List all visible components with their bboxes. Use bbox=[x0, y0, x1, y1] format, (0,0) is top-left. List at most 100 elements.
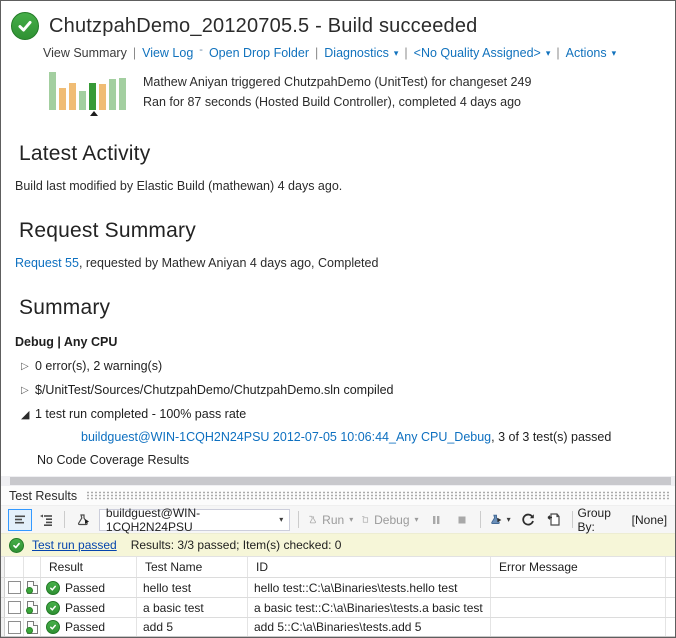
test-result-document-icon bbox=[27, 581, 38, 594]
menu-dash-separator: - bbox=[199, 44, 203, 56]
build-menu: View Summary | View Log - Open Drop Fold… bbox=[43, 46, 675, 60]
menu-open-drop-folder[interactable]: Open Drop Folder bbox=[209, 46, 309, 60]
passed-icon bbox=[46, 581, 60, 595]
test-results-table: Result Test Name ID Error Message Passed… bbox=[1, 556, 675, 637]
build-history-chart[interactable] bbox=[49, 70, 129, 116]
build-history-bar[interactable] bbox=[79, 91, 86, 110]
rerun-tests-button[interactable] bbox=[516, 509, 540, 531]
expander-expanded-icon[interactable]: ◢ bbox=[21, 408, 35, 421]
request-summary-body: Request 55, requested by Mathew Aniyan 4… bbox=[15, 256, 675, 270]
expander-collapsed-icon[interactable]: ▷ bbox=[21, 385, 35, 396]
request-link[interactable]: Request 55 bbox=[15, 256, 79, 270]
flat-list-view-button[interactable] bbox=[8, 509, 32, 531]
error-message-column-header[interactable]: Error Message bbox=[491, 557, 666, 577]
table-row[interactable]: Passed add 5 add 5::C:\a\Binaries\tests.… bbox=[1, 617, 675, 637]
row-checkbox[interactable] bbox=[8, 621, 21, 634]
toolbar-separator bbox=[298, 511, 299, 528]
grouped-list-icon bbox=[38, 512, 54, 528]
group-by-control: Group By: [None] bbox=[578, 506, 670, 534]
debug-button-disabled: Debug ▾ bbox=[358, 509, 421, 531]
table-row[interactable]: Passed hello test hello test::C:\a\Binar… bbox=[1, 577, 675, 597]
export-results-button[interactable] bbox=[542, 509, 566, 531]
summary-item-warnings[interactable]: ▷ 0 error(s), 2 warning(s) bbox=[21, 359, 675, 373]
passed-icon bbox=[46, 601, 60, 615]
build-history-bar[interactable] bbox=[109, 79, 116, 110]
toolbar-separator bbox=[572, 511, 573, 528]
run-button-disabled: Run ▾ bbox=[305, 509, 356, 531]
panel-title-bar[interactable]: Test Results bbox=[1, 486, 675, 505]
current-build-marker bbox=[90, 111, 98, 116]
menu-view-log[interactable]: View Log bbox=[142, 46, 193, 60]
test-result-document-icon bbox=[27, 601, 38, 614]
build-history-bar[interactable] bbox=[59, 88, 66, 110]
build-history-bar[interactable] bbox=[119, 78, 126, 110]
row-checkbox[interactable] bbox=[8, 581, 21, 594]
pause-icon bbox=[430, 514, 442, 526]
latest-activity-body: Build last modified by Elastic Build (ma… bbox=[15, 179, 675, 193]
stop-icon bbox=[456, 514, 468, 526]
result-value: Passed bbox=[65, 620, 105, 634]
run-checked-tests-button[interactable] bbox=[71, 509, 95, 531]
menu-diagnostics[interactable]: Diagnostics bbox=[324, 46, 389, 60]
result-value: Passed bbox=[65, 581, 105, 595]
test-results-panel: Test Results bbox=[1, 476, 675, 637]
test-run-passed-link[interactable]: Test run passed bbox=[32, 538, 117, 552]
build-info-text: Mathew Aniyan triggered ChutzpahDemo (Un… bbox=[143, 70, 531, 116]
chevron-down-icon[interactable]: ▾ bbox=[394, 48, 399, 59]
panel-title-grip bbox=[86, 491, 671, 500]
test-results-toolbar: buildguest@WIN-1CQH2N24PSU ▾ Run ▾ Debug… bbox=[1, 505, 675, 533]
test-run-line: buildguest@WIN-1CQH2N24PSU 2012-07-05 10… bbox=[81, 430, 675, 444]
table-row[interactable]: Passed a basic test a basic test::C:\a\B… bbox=[1, 597, 675, 617]
scrollbar-thumb[interactable] bbox=[10, 477, 671, 485]
horizontal-scrollbar[interactable] bbox=[1, 476, 675, 486]
summary-item-compiled[interactable]: ▷ $/UnitTest/Sources/ChutzpahDemo/Chutzp… bbox=[21, 383, 675, 397]
summary-heading: Summary bbox=[19, 296, 675, 320]
chevron-down-icon[interactable]: ▾ bbox=[612, 48, 617, 59]
test-result-document-icon bbox=[27, 621, 38, 634]
build-summary-content: ChutzpahDemo_20120705.5 - Build succeede… bbox=[1, 1, 675, 476]
export-document-icon bbox=[546, 512, 562, 528]
checkbox-column-header[interactable] bbox=[5, 557, 24, 577]
test-run-link[interactable]: buildguest@WIN-1CQH2N24PSU 2012-07-05 10… bbox=[81, 430, 491, 444]
group-by-dropdown[interactable]: [None] bbox=[632, 513, 667, 527]
menu-view-summary[interactable]: View Summary bbox=[43, 46, 127, 60]
summary-item-label: 0 error(s), 2 warning(s) bbox=[35, 359, 162, 373]
menu-actions[interactable]: Actions bbox=[566, 46, 607, 60]
test-run-selector[interactable]: buildguest@WIN-1CQH2N24PSU ▾ bbox=[99, 509, 290, 531]
row-checkbox[interactable] bbox=[8, 601, 21, 614]
build-history-bar[interactable] bbox=[89, 83, 96, 110]
build-history-bar[interactable] bbox=[99, 84, 106, 110]
build-history-bar[interactable] bbox=[49, 72, 56, 110]
result-column-header[interactable]: Result bbox=[41, 557, 137, 577]
build-succeeded-icon bbox=[11, 12, 39, 40]
build-history-bar[interactable] bbox=[69, 83, 76, 110]
latest-activity-heading: Latest Activity bbox=[19, 142, 675, 166]
menu-quality-dropdown[interactable]: <No Quality Assigned> bbox=[414, 46, 541, 60]
summary-item-test-run[interactable]: ◢ 1 test run completed - 100% pass rate bbox=[21, 407, 675, 421]
test-name-value: a basic test bbox=[137, 598, 248, 617]
error-message-value bbox=[491, 578, 666, 597]
run-flask-gray-icon bbox=[308, 513, 318, 527]
result-value: Passed bbox=[65, 601, 105, 615]
passed-icon bbox=[46, 620, 60, 634]
menu-separator: | bbox=[556, 46, 559, 60]
chevron-down-icon: ▾ bbox=[349, 515, 353, 524]
test-name-column-header[interactable]: Test Name bbox=[137, 557, 248, 577]
run-all-tests-button[interactable]: ▾ bbox=[486, 509, 513, 531]
id-column-header[interactable]: ID bbox=[248, 557, 491, 577]
test-name-value: add 5 bbox=[137, 618, 248, 636]
build-info: Mathew Aniyan triggered ChutzpahDemo (Un… bbox=[49, 70, 675, 116]
debug-icon-gray bbox=[361, 513, 370, 527]
debug-label: Debug bbox=[374, 513, 409, 527]
group-by-label: Group By: bbox=[578, 506, 624, 534]
test-results-summary: Results: 3/3 passed; Item(s) checked: 0 bbox=[131, 538, 342, 552]
chevron-down-icon: ▾ bbox=[415, 515, 419, 524]
grouped-list-view-button[interactable] bbox=[34, 509, 58, 531]
test-run-selector-value: buildguest@WIN-1CQH2N24PSU bbox=[106, 506, 271, 534]
test-name-value: hello test bbox=[137, 578, 248, 597]
test-id-value: hello test::C:\a\Binaries\tests.hello te… bbox=[248, 578, 491, 597]
run-flask-icon bbox=[75, 512, 91, 528]
chevron-down-icon[interactable]: ▾ bbox=[546, 48, 551, 59]
code-coverage-line: No Code Coverage Results bbox=[37, 453, 675, 467]
expander-collapsed-icon[interactable]: ▷ bbox=[21, 361, 35, 372]
